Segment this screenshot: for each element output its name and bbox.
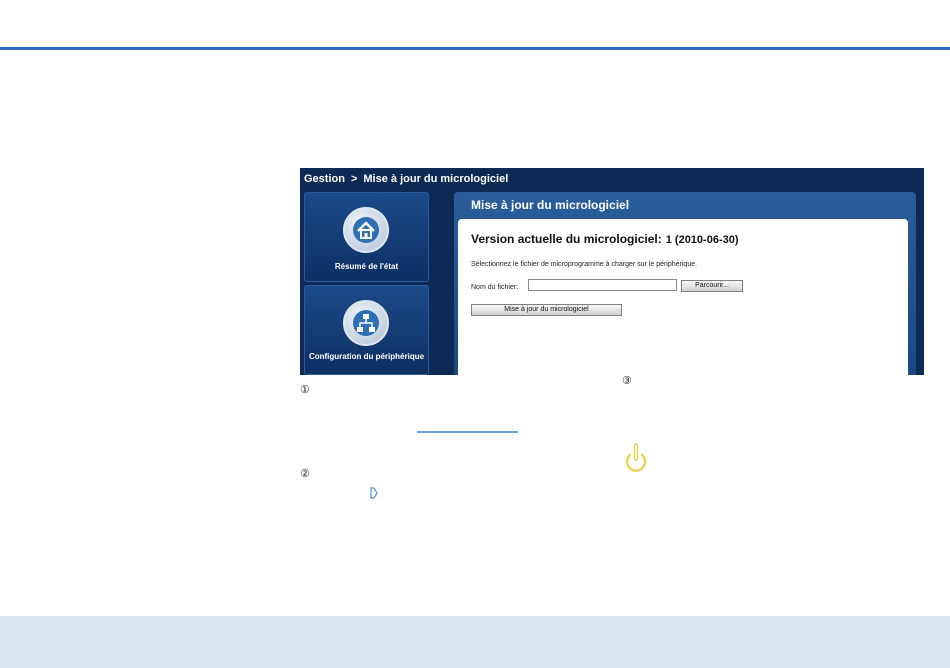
- step-marker-3: ③: [622, 375, 632, 387]
- sidebar-item-status-summary[interactable]: Résumé de l'état: [304, 192, 429, 282]
- panel-title: Mise à jour du micrologiciel: [471, 198, 630, 212]
- step-marker-2: ②: [300, 468, 310, 480]
- sidebar-item-label: Résumé de l'état: [334, 262, 399, 271]
- breadcrumb-current: Mise à jour du micrologiciel: [363, 173, 509, 185]
- router-ui-screenshot: Gestion > Mise à jour du micrologiciel Rés…: [300, 168, 924, 375]
- firmware-update-panel: Mise à jour du micrologiciel Version act…: [454, 192, 916, 375]
- footer-band: [0, 616, 950, 668]
- update-firmware-button[interactable]: Mise à jour du micrologiciel: [471, 304, 622, 316]
- browse-button[interactable]: Parcourir...: [681, 280, 743, 292]
- breadcrumb: Gestion > Mise à jour du micrologiciel: [304, 171, 508, 187]
- instruction-text: Sélectionnez le fichier de microprogramm…: [471, 261, 698, 268]
- sidebar-item-label: Configuration du périphérique: [308, 352, 425, 361]
- file-name-input[interactable]: [528, 279, 677, 291]
- version-value: 1 (2010-06-30): [665, 234, 739, 246]
- firmware-version: Version actuelle du micrologiciel: 1 (201…: [471, 232, 739, 246]
- link-underline[interactable]: [417, 431, 518, 433]
- version-label: Version actuelle du micrologiciel:: [471, 232, 662, 246]
- top-rule: [0, 47, 950, 50]
- breadcrumb-root[interactable]: Gestion: [304, 173, 345, 185]
- step-marker-1: ①: [300, 384, 310, 396]
- home-icon: [343, 207, 389, 253]
- power-icon: [623, 442, 649, 481]
- sidebar-item-device-configuration[interactable]: Configuration du périphérique: [304, 285, 429, 375]
- breadcrumb-separator: >: [350, 173, 358, 185]
- panel-body: Version actuelle du micrologiciel: 1 (201…: [458, 219, 908, 375]
- network-icon: [343, 300, 389, 346]
- file-name-label: Nom du fichier:: [471, 284, 519, 291]
- arrow-right-icon: [370, 486, 378, 504]
